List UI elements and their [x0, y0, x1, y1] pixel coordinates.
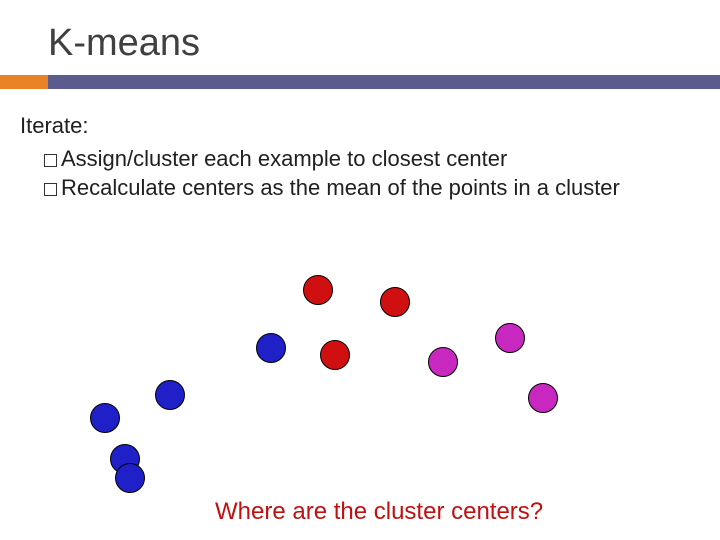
data-point — [380, 287, 410, 317]
data-point — [90, 403, 120, 433]
caption-question: Where are the cluster centers? — [215, 498, 543, 526]
bullet-2-lead: Recalculate — [61, 175, 176, 200]
main-bar — [48, 75, 720, 89]
data-point — [115, 463, 145, 493]
bullet-1-rest: each example to closest center — [198, 146, 507, 171]
data-point — [495, 323, 525, 353]
data-point — [528, 383, 558, 413]
bullet-1-lead: Assign/cluster — [61, 146, 198, 171]
data-point — [110, 444, 140, 474]
slide-title: K-means — [0, 0, 720, 75]
data-point — [256, 333, 286, 363]
bullet-block: Assign/cluster each example to closest c… — [20, 145, 700, 202]
iterate-label: Iterate: — [20, 113, 700, 139]
bullet-1: Assign/cluster each example to closest c… — [44, 145, 700, 174]
data-point — [320, 340, 350, 370]
checkbox-icon — [44, 183, 57, 196]
checkbox-icon — [44, 154, 57, 167]
bullet-2: Recalculate centers as the mean of the p… — [44, 174, 700, 203]
data-point — [303, 275, 333, 305]
data-point — [428, 347, 458, 377]
data-point — [155, 380, 185, 410]
content-block: Iterate: Assign/cluster each example to … — [0, 89, 720, 202]
accent-bar — [0, 75, 48, 89]
bullet-2-rest: centers as the mean of the points in a c… — [176, 175, 620, 200]
divider-bar — [0, 75, 720, 89]
